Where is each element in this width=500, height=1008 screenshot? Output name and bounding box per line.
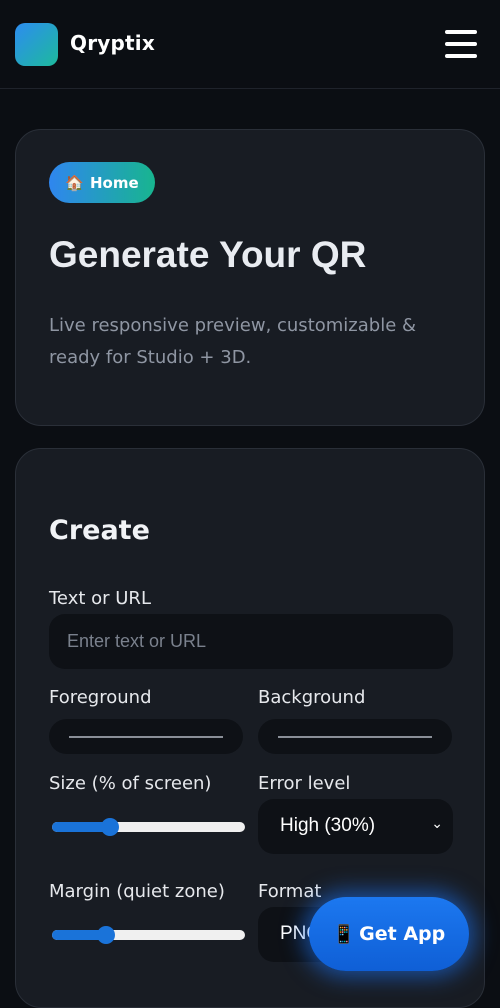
foreground-label: Foreground	[49, 687, 152, 708]
margin-label: Margin (quiet zone)	[49, 881, 225, 902]
home-badge-label: Home	[90, 173, 139, 192]
hero-card: 🏠 Home Generate Your QR Live responsive …	[15, 129, 485, 426]
chevron-down-icon: ⌄	[431, 816, 443, 832]
get-app-label: Get App	[359, 923, 446, 945]
margin-slider[interactable]	[52, 926, 245, 944]
hamburger-menu-icon[interactable]	[443, 30, 479, 58]
brand-name[interactable]: Qryptix	[70, 31, 155, 55]
background-color-picker[interactable]	[258, 719, 452, 754]
error-level-label: Error level	[258, 773, 351, 794]
get-app-button[interactable]: 📱 Get App	[309, 897, 469, 971]
foreground-swatch	[69, 736, 223, 738]
home-badge[interactable]: 🏠 Home	[49, 162, 155, 203]
margin-slider-thumb[interactable]	[97, 926, 116, 944]
size-label: Size (% of screen)	[49, 773, 212, 794]
foreground-color-picker[interactable]	[49, 719, 243, 754]
format-label: Format	[258, 881, 322, 902]
background-label: Background	[258, 687, 366, 708]
error-level-value: High (30%)	[280, 815, 376, 836]
phone-icon: 📱	[332, 923, 356, 945]
size-slider[interactable]	[52, 818, 245, 836]
create-title: Create	[49, 515, 150, 546]
page-subtitle: Live responsive preview, customizable & …	[49, 315, 417, 368]
page-title: Generate Your QR	[49, 234, 367, 275]
background-swatch	[278, 736, 432, 738]
app-logo[interactable]	[15, 23, 58, 66]
app-header: Qryptix	[0, 0, 500, 89]
text-url-input[interactable]	[49, 614, 453, 669]
text-url-label: Text or URL	[49, 588, 151, 609]
home-icon: 🏠	[65, 173, 84, 192]
error-level-select[interactable]: High (30%) ⌄	[258, 799, 453, 854]
size-slider-thumb[interactable]	[100, 818, 119, 836]
